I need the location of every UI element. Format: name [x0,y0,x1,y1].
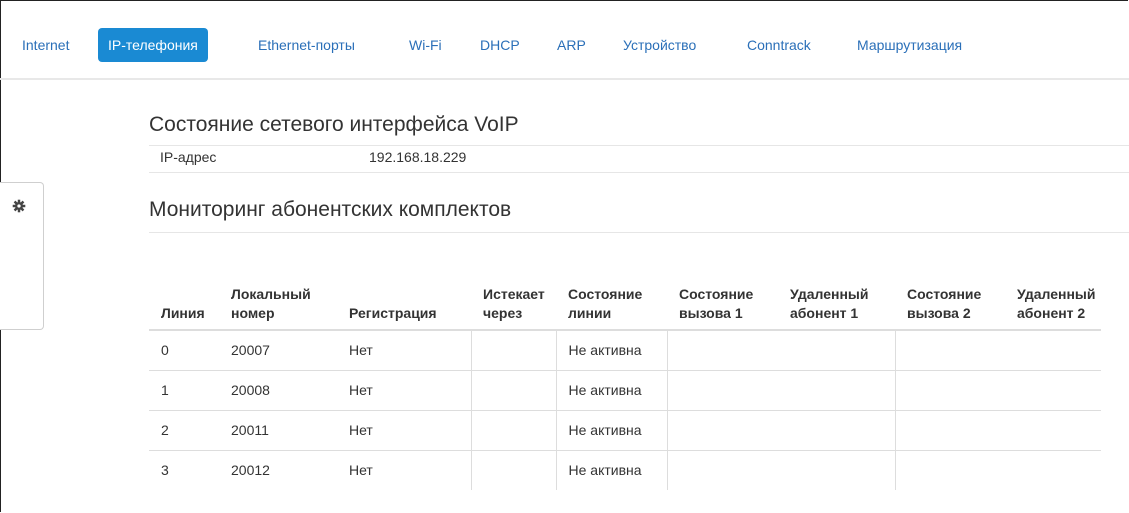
cell-line: 2 [149,409,219,450]
cell-call-state-1 [667,329,778,370]
cell-registration: Нет [337,449,472,490]
cell-remote-1 [778,409,896,450]
table-row: 2 20011 Нет Не активна [149,409,1102,450]
cell-local-number: 20008 [219,369,337,410]
ip-address-label: IP-адрес [160,149,217,165]
ip-address-value: 192.168.18.229 [369,149,467,165]
cell-expires [471,369,556,410]
cell-registration: Нет [337,329,472,370]
cell-line-state: Не активна [555,409,668,450]
table-header-row: Линия Локальный номер Регистрация Истекае… [149,260,1102,331]
column-header: Линия [149,260,219,331]
cell-expires [471,409,556,450]
column-header: Удаленный абонент 2 [1005,260,1102,331]
tab-wifi[interactable]: Wi-Fi [399,28,452,62]
tab-internet[interactable]: Internet [12,28,79,62]
column-header: Состояние линии [556,260,667,331]
gear-icon[interactable] [12,199,26,213]
cell-remote-1 [778,369,896,410]
cell-remote-1 [778,329,896,370]
cell-line: 3 [149,449,219,490]
table-row: 3 20012 Нет Не активна [149,449,1102,490]
cell-local-number: 20007 [219,329,337,370]
cell-call-state-1 [667,409,778,450]
monitoring-section-title: Мониторинг абонентских комплектов [149,198,512,221]
divider [149,172,1129,173]
divider [149,145,1129,146]
cell-remote-1 [778,449,896,490]
cell-local-number: 20012 [219,449,337,490]
cell-remote-2 [1005,449,1102,490]
tab-conntrack[interactable]: Conntrack [737,28,821,62]
tab-ip-telephony[interactable]: IP-телефония [98,28,208,62]
cell-expires [471,449,556,490]
column-header: Регистрация [337,260,471,331]
cell-remote-2 [1005,369,1102,410]
cell-call-state-2 [895,369,1005,410]
tab-ethernet-ports[interactable]: Ethernet-порты [248,28,365,62]
subscriber-monitoring-table: Линия Локальный номер Регистрация Истекае… [149,260,1102,490]
cell-call-state-2 [895,409,1005,450]
cell-call-state-2 [895,329,1005,370]
voip-section-title: Состояние сетевого интерфейса VoIP [149,113,519,136]
cell-line-state: Не активна [555,449,668,490]
table-row: 1 20008 Нет Не активна [149,369,1102,410]
column-header: Удаленный абонент 1 [778,260,895,331]
table-row: 0 20007 Нет Не активна [149,329,1102,370]
cell-local-number: 20011 [219,409,337,450]
cell-remote-2 [1005,409,1102,450]
column-header: Состояние вызова 1 [667,260,778,331]
cell-registration: Нет [337,369,472,410]
cell-call-state-1 [667,449,778,490]
cell-line: 0 [149,329,219,370]
cell-call-state-2 [895,449,1005,490]
column-header: Истекает через [471,260,556,331]
cell-line-state: Не активна [555,369,668,410]
top-navigation: Internet IP-телефония Ethernet-порты Wi-… [0,0,1129,80]
tab-arp[interactable]: ARP [547,28,596,62]
cell-expires [471,329,556,370]
cell-line: 1 [149,369,219,410]
tab-dhcp[interactable]: DHCP [470,28,530,62]
tab-routing[interactable]: Маршрутизация [847,28,972,62]
cell-call-state-1 [667,369,778,410]
cell-registration: Нет [337,409,472,450]
divider [149,232,1129,233]
tab-device[interactable]: Устройство [613,28,706,62]
cell-line-state: Не активна [555,329,668,370]
column-header: Локальный номер [219,260,337,331]
column-header: Состояние вызова 2 [895,260,1005,331]
side-settings-panel[interactable] [0,182,44,330]
cell-remote-2 [1005,329,1102,370]
